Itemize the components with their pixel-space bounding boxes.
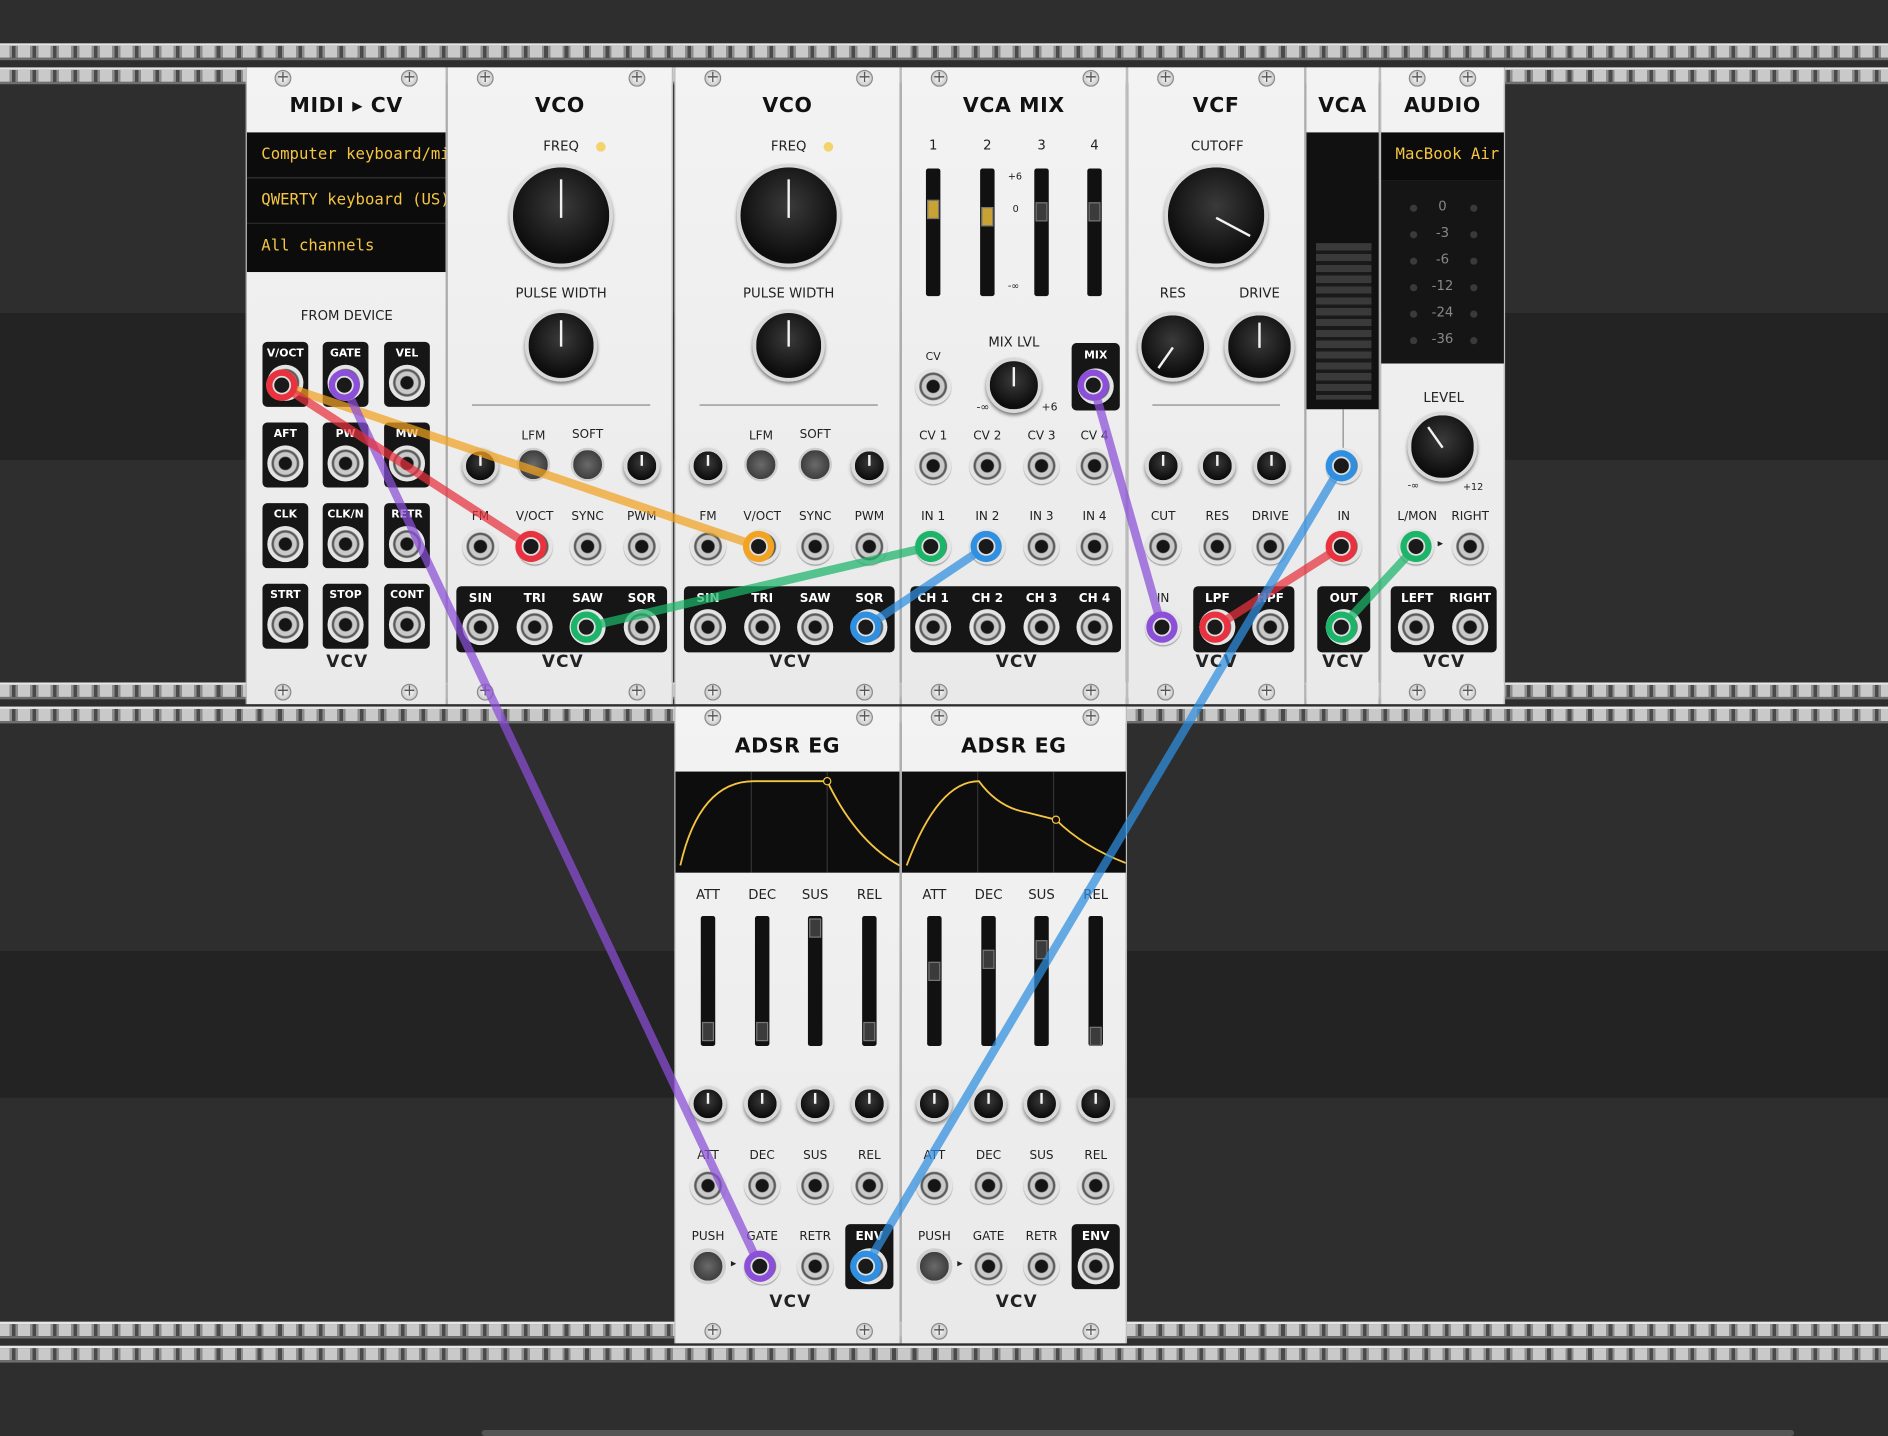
rack: + + MIDI ▸ CV Computer keyboard/midi QWE… (0, 0, 1888, 1436)
cable-plug-tip (856, 617, 876, 637)
patch-cable[interactable] (1210, 542, 1346, 632)
cable-plug-tip (856, 1256, 876, 1276)
cable-plug-tip (749, 537, 768, 556)
cable-plug-tip (1332, 537, 1351, 556)
patch-cables[interactable] (0, 0, 1888, 1436)
cable-plug-tip (577, 617, 596, 637)
cable-plug-tip (335, 375, 354, 395)
cable-plug-tip (1332, 617, 1351, 637)
cable-plug-tip (976, 537, 996, 556)
cable-plug-tip (521, 537, 541, 556)
patch-cable[interactable] (1089, 380, 1167, 632)
patch-cable[interactable] (861, 461, 1346, 1271)
cable-plug-tip (1406, 537, 1426, 556)
cable-plug-tip (1332, 456, 1351, 476)
cable-plug-tip (1083, 375, 1103, 395)
cable-plug-tip (921, 537, 941, 556)
horizontal-scrollbar[interactable] (481, 1429, 1795, 1436)
cable-plug-tip (272, 375, 292, 395)
cable-plug-tip (1152, 617, 1172, 637)
cable-plug-tip (1205, 617, 1225, 637)
patch-cable[interactable] (1337, 542, 1421, 632)
cable-plug-tip (750, 1256, 770, 1276)
patch-cable[interactable] (340, 380, 764, 1271)
